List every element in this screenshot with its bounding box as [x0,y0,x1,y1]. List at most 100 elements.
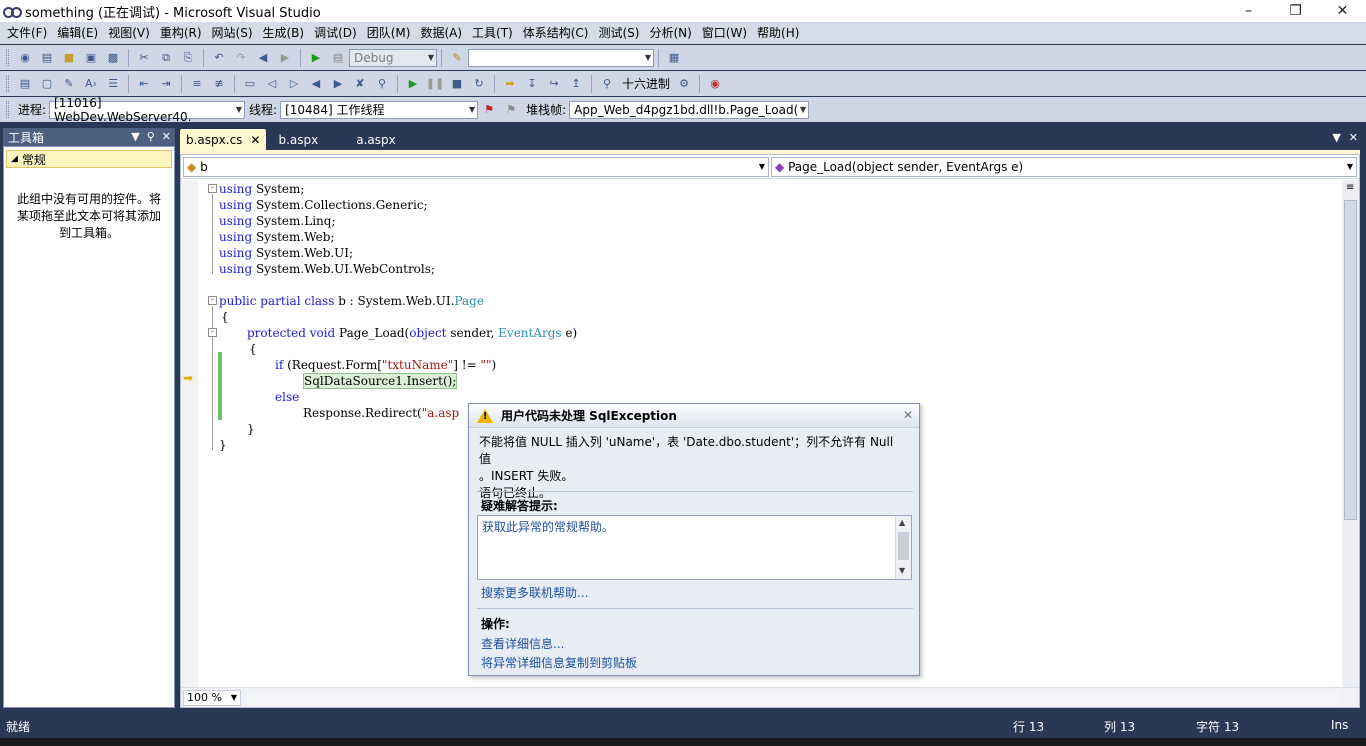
previous-bookmark-folder-icon[interactable]: ◀ [308,76,324,92]
collapse-region-icon[interactable]: - [208,328,217,337]
step-out-icon[interactable]: ↥ [568,76,584,92]
start-debugging-icon[interactable]: ▶ [308,50,324,66]
menu-file[interactable]: 文件(F) [2,22,52,44]
restore-button[interactable]: ❐ [1272,0,1319,22]
solution-config-select[interactable]: Debug ▼ [349,48,437,67]
scrollbar-thumb[interactable] [1344,200,1357,520]
tab-b-aspx-cs[interactable]: b.aspx.cs ✕ [180,129,267,150]
pin-icon[interactable]: ⚲ [147,128,155,146]
navigate-backward-icon[interactable]: ◀ [255,50,271,66]
indicator-margin[interactable]: ➡ [181,180,198,688]
comment-lines-icon[interactable]: ≡ [189,76,205,92]
menu-window[interactable]: 窗口(W) [697,22,752,44]
save-icon[interactable]: ▣ [83,50,99,66]
tab-list-icon[interactable]: ▼ [1332,131,1340,144]
flag-thread-icon[interactable]: ⚑ [481,102,497,118]
toggle-bookmark-icon[interactable]: ▭ [242,76,258,92]
solution-explorer-icon[interactable]: ▦ [666,50,682,66]
restart-icon[interactable]: ↻ [471,76,487,92]
collapse-region-icon[interactable]: - [208,296,217,305]
menu-view[interactable]: 视图(V) [103,22,155,44]
menu-tools[interactable]: 工具(T) [467,22,518,44]
breakpoints-window-icon[interactable]: ⚙ [676,76,692,92]
step-into-icon[interactable]: ↧ [524,76,540,92]
stack-frame-select[interactable]: App_Web_d4pgz1bd.dll!b.Page_Load( ▼ [569,100,810,119]
menu-team[interactable]: 团队(M) [362,22,416,44]
open-folder-icon[interactable]: ■ [61,50,77,66]
copy-exception-detail-link[interactable]: 将异常详细信息复制到剪贴板 [481,654,637,671]
new-project-icon[interactable]: ◉ [17,50,33,66]
menu-analyze[interactable]: 分析(N) [644,22,696,44]
member-combo[interactable]: ◆ Page_Load(object sender, EventArgs e) … [771,156,1357,177]
menu-data[interactable]: 数据(A) [415,22,467,44]
quick-info-icon[interactable]: ✎ [61,76,77,92]
search-online-help-link[interactable]: 搜索更多联机帮助... [481,584,588,601]
next-bookmark-folder-icon[interactable]: ▶ [330,76,346,92]
save-all-icon[interactable]: ▩ [105,50,121,66]
tips-scrollbar[interactable]: ▲ ▼ [895,516,911,579]
find-in-files-icon[interactable]: ✎ [449,50,465,66]
object-member-list-icon[interactable]: ▤ [17,76,33,92]
menu-architecture[interactable]: 体系结构(C) [518,22,594,44]
debug-windows-icon[interactable]: ◉ [707,76,723,92]
close-tab-icon[interactable]: ✕ [250,133,260,147]
cut-icon[interactable]: ✂ [136,50,152,66]
paste-icon[interactable]: ⎘ [180,50,196,66]
class-combo[interactable]: ◆ b ▼ [183,156,769,177]
complete-word-icon[interactable]: A› [83,76,99,92]
toolbox-group-general[interactable]: ◢ 常规 [6,150,172,168]
collapse-region-icon[interactable]: - [208,184,217,193]
menu-website[interactable]: 网站(S) [207,22,258,44]
toggle-word-wrap-icon[interactable]: ☰ [105,76,121,92]
show-next-statement-icon[interactable]: ➡ [502,76,518,92]
zoom-select[interactable]: 100 % ▼ [183,689,241,706]
scroll-down-icon[interactable]: ▼ [899,566,905,575]
thread-select[interactable]: [10484] 工作线程 ▼ [280,100,479,119]
tab-a-aspx[interactable]: a.aspx [350,129,402,150]
split-handle-icon[interactable]: ≡ [1346,182,1354,193]
show-flagged-threads-icon[interactable]: ⚑ [503,102,519,118]
close-button[interactable]: ✕ [1319,0,1366,22]
vertical-scrollbar[interactable]: ≡ [1342,180,1359,688]
parameter-info-icon[interactable]: ▢ [39,76,55,92]
horizontal-scrollbar[interactable] [247,689,1339,706]
undo-icon[interactable]: ↶ [211,50,227,66]
find-combo[interactable]: ▼ [468,48,654,67]
next-bookmark-icon[interactable]: ▷ [286,76,302,92]
close-document-icon[interactable]: ✕ [1349,131,1358,144]
window-position-icon[interactable]: ▼ [131,128,139,146]
tab-b-aspx[interactable]: b.aspx [272,129,324,150]
menu-test[interactable]: 测试(S) [593,22,644,44]
scroll-up-icon[interactable]: ▲ [899,518,905,527]
menu-refactor[interactable]: 重构(R) [155,22,207,44]
toolbar-grip[interactable] [6,75,9,92]
view-detail-link[interactable]: 查看详细信息... [481,635,564,652]
process-select[interactable]: [11016] WebDev.WebServer40. ▼ [49,96,246,124]
menu-debug[interactable]: 调试(D) [309,22,362,44]
continue-icon[interactable]: ▶ [405,76,421,92]
stop-debugging-icon[interactable]: ■ [449,76,465,92]
decrease-indent-icon[interactable]: ⇤ [136,76,152,92]
menu-help[interactable]: 帮助(H) [752,22,804,44]
previous-bookmark-icon[interactable]: ◁ [264,76,280,92]
find-symbol-icon[interactable]: ⚲ [374,76,390,92]
uncomment-lines-icon[interactable]: ≢ [211,76,227,92]
redo-icon[interactable]: ↷ [233,50,249,66]
attach-process-icon[interactable]: ▤ [330,50,346,66]
menu-build[interactable]: 生成(B) [258,22,310,44]
hex-display-icon[interactable]: ⚲ [599,76,615,92]
close-icon[interactable]: ✕ [903,408,913,422]
break-all-icon[interactable]: ❚❚ [426,76,444,92]
navigate-forward-icon[interactable]: ▶ [277,50,293,66]
tip-general-help-link[interactable]: 获取此异常的常规帮助。 [478,516,911,537]
toolbar-grip[interactable] [6,49,9,66]
increase-indent-icon[interactable]: ⇥ [158,76,174,92]
add-item-icon[interactable]: ▤ [39,50,55,66]
close-icon[interactable]: ✕ [162,128,171,146]
toolbar-grip[interactable] [6,101,9,118]
clear-bookmarks-icon[interactable]: ✘ [352,76,368,92]
copy-icon[interactable]: ⧉ [158,50,174,66]
menu-edit[interactable]: 编辑(E) [52,22,103,44]
minimize-button[interactable]: – [1225,0,1272,22]
hexadecimal-toggle[interactable]: 十六进制 [622,75,670,92]
